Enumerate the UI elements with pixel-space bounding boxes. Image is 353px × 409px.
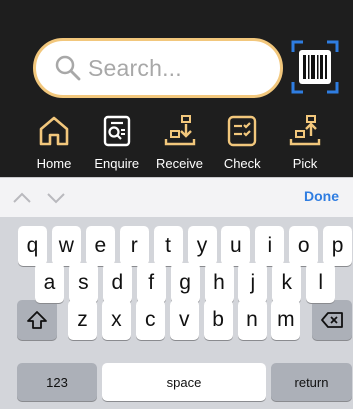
key-n[interactable]: n [237, 300, 267, 340]
search-row: Search... [0, 36, 353, 100]
key-b[interactable]: b [203, 300, 233, 340]
numbers-key[interactable]: 123 [17, 363, 97, 401]
key-g[interactable]: g [170, 263, 200, 303]
nav-label-check: Check [223, 156, 261, 171]
backspace-icon [321, 312, 343, 328]
key-f[interactable]: f [136, 263, 166, 303]
nav-item-home[interactable]: Home [24, 112, 84, 177]
on-screen-keyboard: 123 space return qwertyuiop asdfghjkl zxcv… [0, 217, 353, 409]
key-v[interactable]: v [169, 300, 199, 340]
nav-label-enquire: Enquire [94, 156, 140, 171]
barcode-scan-icon[interactable] [290, 38, 340, 96]
checklist-icon [228, 115, 257, 147]
return-key[interactable]: return [271, 363, 352, 401]
nav-item-pick[interactable]: Pick [275, 112, 335, 177]
key-j[interactable]: j [238, 263, 268, 303]
key-l[interactable]: l [306, 263, 336, 303]
key-k[interactable]: k [272, 263, 302, 303]
key-o[interactable]: o [289, 226, 319, 266]
key-r[interactable]: r [119, 226, 149, 266]
home-icon [39, 116, 69, 146]
key-s[interactable]: s [68, 263, 98, 303]
search-input[interactable]: Search... [33, 38, 283, 98]
search-icon [55, 55, 81, 81]
key-w[interactable]: w [51, 226, 81, 266]
key-i[interactable]: i [255, 226, 285, 266]
key-m[interactable]: m [271, 300, 301, 340]
key-q[interactable]: q [18, 226, 47, 266]
nav-label-home: Home [36, 156, 72, 171]
key-p[interactable]: p [323, 226, 353, 266]
key-c[interactable]: c [135, 300, 165, 340]
key-z[interactable]: z [68, 300, 97, 340]
key-e[interactable]: e [85, 226, 115, 266]
key-u[interactable]: u [221, 226, 251, 266]
backspace-key[interactable] [312, 300, 352, 340]
space-key[interactable]: space [102, 363, 266, 401]
key-d[interactable]: d [102, 263, 132, 303]
shift-key[interactable] [17, 300, 57, 340]
bottom-navigation: Home Enquire Receive Check Pick [0, 112, 353, 177]
nav-label-pick: Pick [292, 156, 318, 171]
key-x[interactable]: x [101, 300, 131, 340]
nav-item-enquire[interactable]: Enquire [87, 112, 147, 177]
done-button[interactable]: Done [304, 188, 339, 204]
search-document-icon [103, 115, 130, 147]
shift-icon [27, 311, 47, 329]
key-y[interactable]: y [187, 226, 217, 266]
nav-label-receive: Receive [156, 156, 203, 171]
chevron-up-icon[interactable] [12, 190, 32, 206]
pick-box-icon [289, 115, 321, 146]
key-t[interactable]: t [153, 226, 183, 266]
receive-box-icon [164, 115, 195, 146]
app-header: Search... Home Enquire Receive Check Pic… [0, 0, 353, 177]
key-h[interactable]: h [204, 263, 234, 303]
chevron-down-icon[interactable] [46, 190, 66, 206]
nav-item-receive[interactable]: Receive [150, 112, 210, 177]
nav-item-check[interactable]: Check [212, 112, 272, 177]
search-placeholder: Search... [88, 54, 182, 81]
key-a[interactable]: a [35, 263, 64, 303]
keyboard-toolbar: Done [0, 177, 353, 217]
